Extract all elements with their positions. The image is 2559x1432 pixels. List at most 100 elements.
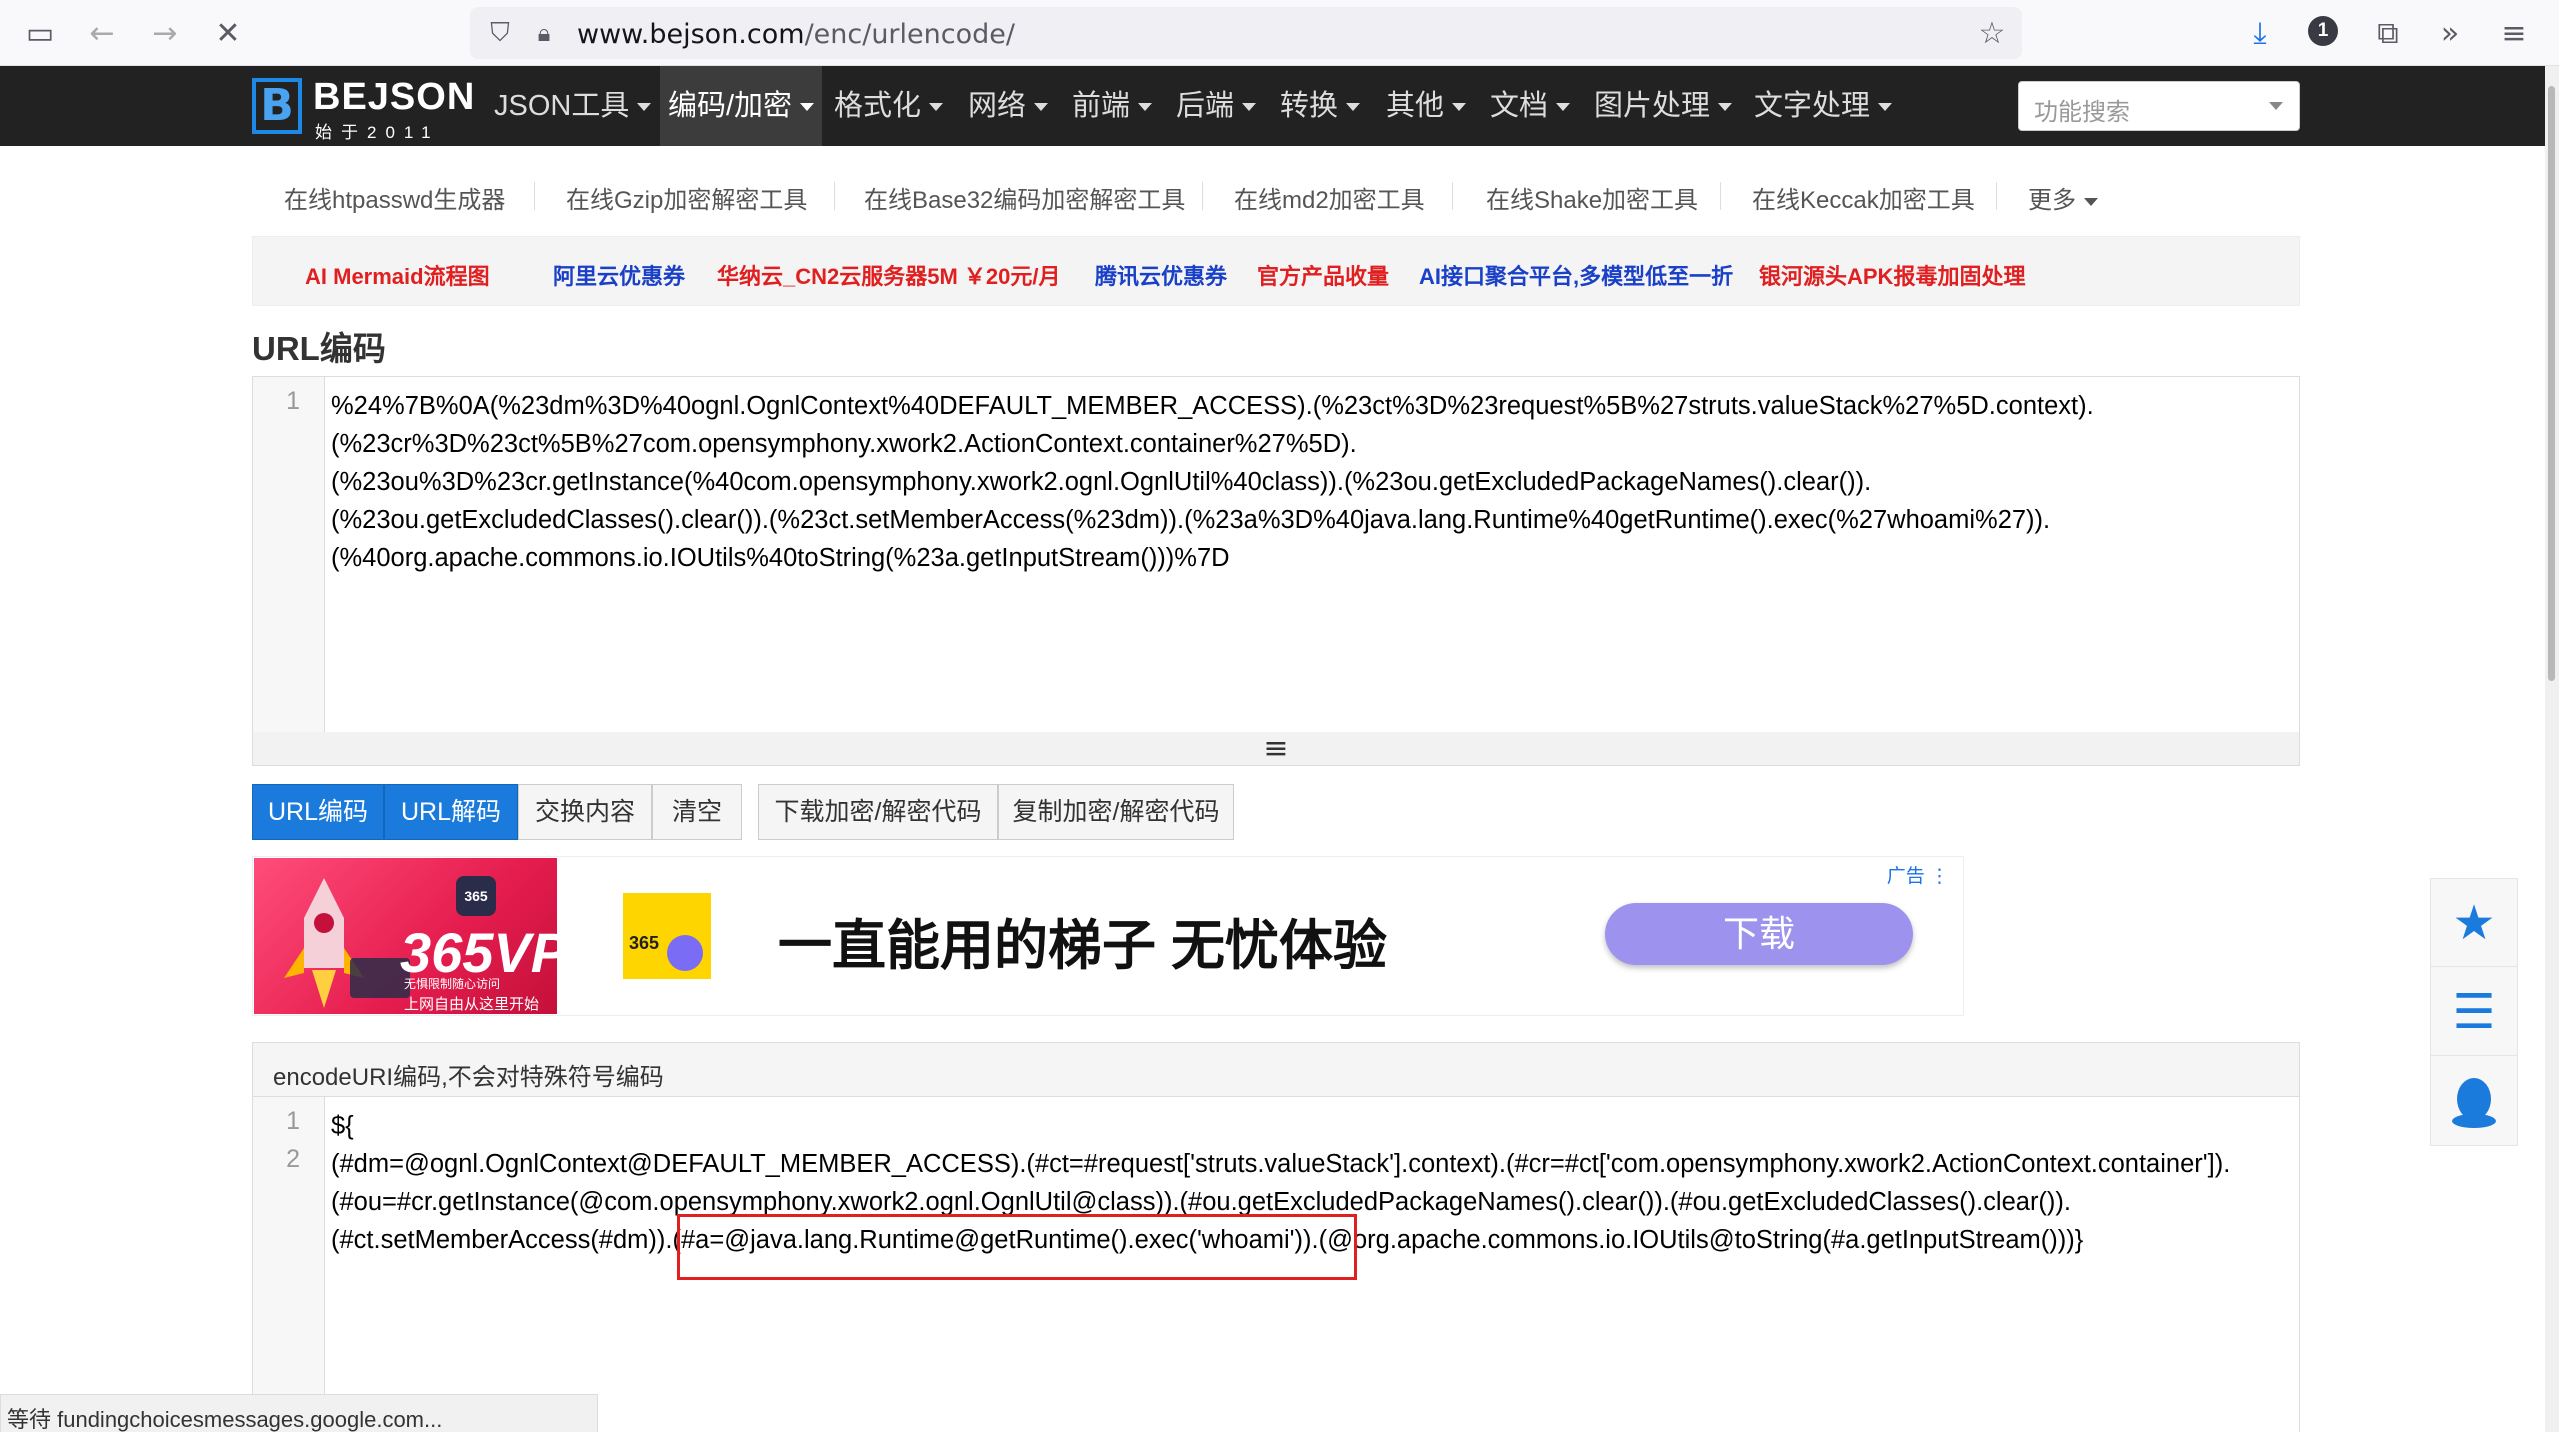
logo-since: 始于2011 — [315, 123, 440, 142]
forward-arrow-icon[interactable]: → — [145, 13, 185, 53]
ad-thumbnail[interactable]: 365 — [623, 893, 711, 979]
line-number: 1 — [286, 1107, 300, 1135]
page-scrollbar[interactable] — [2545, 66, 2559, 1432]
promo-link[interactable]: AI接口聚合平台,多模型低至一折 — [1419, 259, 1733, 291]
stop-loading-icon[interactable]: ✕ — [208, 13, 248, 53]
status-text: 等待 fundingchoicesmessages.google.com... — [7, 1407, 443, 1432]
divider — [1996, 182, 1997, 210]
input-text[interactable]: %24%7B%0A(%23dm%3D%40ognl.OgnlContext%40… — [331, 387, 2291, 577]
qq-penguin-icon — [2452, 1078, 2496, 1128]
ad-thumb-text: 365 — [629, 933, 660, 953]
promo-link[interactable]: AI Mermaid流程图 — [305, 259, 490, 291]
ad-banner[interactable]: 365 365VPN 无惧限制随心访问 上网自由从这里开始 365 一直能用的梯… — [252, 856, 1964, 1016]
qq-contact-button[interactable] — [2431, 1057, 2517, 1145]
nav-convert[interactable]: 转换 — [1272, 66, 1368, 146]
ad-download-button[interactable]: 下载 — [1605, 903, 1913, 965]
extension-badge-icon[interactable]: 1 — [2308, 16, 2338, 46]
ad-tagline-2: 上网自由从这里开始 — [404, 996, 540, 1013]
nav-other[interactable]: 其他 — [1378, 66, 1474, 146]
site-navbar: B BEJSON 始于2011 JSON工具 编码/加密 格式化 网络 前端 后… — [0, 66, 2545, 146]
copy-code-button[interactable]: 复制加密/解密代码 — [998, 784, 1234, 840]
subnav-keccak[interactable]: 在线Keccak加密工具 — [1752, 180, 1975, 215]
nav-backend[interactable]: 后端 — [1168, 66, 1264, 146]
divider — [1452, 182, 1453, 210]
favorite-button[interactable]: ★ — [2431, 879, 2517, 967]
sub-navigation: 在线htpasswd生成器 在线Gzip加密解密工具 在线Base32编码加密解… — [252, 146, 2300, 250]
ad-choices-label[interactable]: 广告 ⋮ — [1887, 861, 1949, 888]
swap-content-button[interactable]: 交换内容 — [518, 784, 652, 840]
star-icon: ★ — [2452, 894, 2496, 951]
ad-headline[interactable]: 一直能用的梯子 无忧体验 — [778, 901, 1387, 980]
divider — [1720, 182, 1721, 210]
nav-encode-encrypt[interactable]: 编码/加密 — [660, 66, 823, 146]
line-number-gutter: 1 — [253, 377, 325, 732]
nav-docs[interactable]: 文档 — [1482, 66, 1578, 146]
nav-frontend[interactable]: 前端 — [1064, 66, 1160, 146]
drag-handle-icon: ≡ — [1263, 731, 1289, 766]
promo-link[interactable]: 华纳云_CN2云服务器5M ￥20元/月 — [717, 259, 1061, 291]
bookmark-star-icon[interactable]: ☆ — [1972, 13, 2012, 53]
promo-link[interactable]: 银河源头APK报毒加固处理 — [1759, 259, 2025, 291]
code-line: ${ — [331, 1112, 354, 1140]
back-arrow-icon[interactable]: ← — [82, 13, 122, 53]
url-decode-button[interactable]: URL解码 — [384, 784, 518, 840]
subnav-more[interactable]: 更多 — [2028, 180, 2098, 215]
chevron-down-icon — [1556, 103, 1571, 112]
floating-side-toolbar: ★ ☰ — [2430, 878, 2518, 1146]
promo-link[interactable]: 腾讯云优惠券 — [1095, 259, 1227, 291]
promo-link[interactable]: 官方产品收量 — [1257, 259, 1389, 291]
line-number: 2 — [286, 1145, 300, 1173]
chevron-down-icon — [1138, 103, 1153, 112]
menu-button[interactable]: ☰ — [2431, 968, 2517, 1056]
editor-resize-handle[interactable]: ≡ — [252, 731, 2300, 766]
chevron-down-icon — [1718, 103, 1733, 112]
chevron-down-icon — [2269, 102, 2283, 110]
code-line: %24%7B%0A(%23dm%3D%40ognl.OgnlContext%40… — [331, 392, 2094, 420]
code-line: (%23ou.getExcludedClasses().clear()).(%2… — [331, 506, 2051, 534]
line-number-gutter: 1 2 — [253, 1097, 325, 1432]
promo-links-bar: AI Mermaid流程图 阿里云优惠券 华纳云_CN2云服务器5M ￥20元/… — [252, 236, 2300, 306]
nav-format[interactable]: 格式化 — [826, 66, 951, 146]
output-panel-header: encodeURI编码,不会对特殊符号编码 — [253, 1043, 2299, 1097]
nav-network[interactable]: 网络 — [960, 66, 1056, 146]
highlight-annotation-box — [677, 1214, 1357, 1280]
logo-name: BEJSON — [313, 76, 476, 118]
subnav-htpasswd[interactable]: 在线htpasswd生成器 — [284, 180, 505, 215]
subnav-base32[interactable]: 在线Base32编码加密解密工具 — [864, 180, 1185, 215]
ad-image[interactable]: 365 365VPN 无惧限制随心访问 上网自由从这里开始 — [254, 858, 557, 1014]
promo-link[interactable]: 阿里云优惠券 — [553, 259, 685, 291]
sidebar-toggle-icon[interactable]: ▭ — [20, 13, 60, 53]
nav-image-processing[interactable]: 图片处理 — [1586, 66, 1740, 146]
site-logo[interactable]: B BEJSON 始于2011 — [252, 76, 474, 142]
tracking-protection-shield-icon[interactable]: ⛉ — [480, 13, 520, 53]
divider — [534, 182, 535, 210]
scrollbar-thumb[interactable] — [2548, 86, 2555, 681]
app-menu-icon[interactable]: ≡ — [2494, 13, 2534, 53]
clear-button[interactable]: 清空 — [652, 784, 742, 840]
nav-text-processing[interactable]: 文字处理 — [1746, 66, 1900, 146]
extensions-puzzle-icon[interactable]: ⧉ — [2368, 13, 2408, 53]
lock-icon[interactable]: 🔒︎ — [524, 13, 564, 53]
subnav-md2[interactable]: 在线md2加密工具 — [1234, 180, 1425, 215]
browser-status-bar: 等待 fundingchoicesmessages.google.com... — [0, 1394, 598, 1432]
divider — [1202, 182, 1203, 210]
url-text: www.bejson.com/enc/urlencode/ — [577, 19, 1015, 50]
download-code-button[interactable]: 下载加密/解密代码 — [758, 784, 998, 840]
download-icon[interactable]: ⤓ — [2240, 13, 2280, 53]
overflow-chevrons-icon[interactable]: » — [2430, 13, 2470, 53]
chevron-down-icon — [1242, 103, 1257, 112]
chevron-down-icon — [1346, 103, 1361, 112]
divider — [834, 182, 835, 210]
chevron-down-icon — [2084, 197, 2098, 206]
function-search-select[interactable]: 功能搜索 — [2018, 81, 2300, 131]
address-bar[interactable]: ⛉ 🔒︎ www.bejson.com/enc/urlencode/ ☆ — [470, 7, 2022, 59]
nav-json-tools[interactable]: JSON工具 — [486, 66, 659, 146]
page-title: URL编码 — [252, 330, 386, 367]
code-line: (%23cr%3D%23ct%5B%27com.opensymphony.xwo… — [331, 430, 1357, 458]
input-code-editor[interactable]: 1 %24%7B%0A(%23dm%3D%40ognl.OgnlContext%… — [252, 376, 2300, 733]
url-encode-button[interactable]: URL编码 — [252, 784, 384, 840]
browser-toolbar: ▭ ← → ✕ ⛉ 🔒︎ www.bejson.com/enc/urlencod… — [0, 0, 2559, 66]
chevron-down-icon — [1878, 103, 1893, 112]
subnav-shake[interactable]: 在线Shake加密工具 — [1486, 180, 1698, 215]
subnav-gzip[interactable]: 在线Gzip加密解密工具 — [566, 180, 807, 215]
